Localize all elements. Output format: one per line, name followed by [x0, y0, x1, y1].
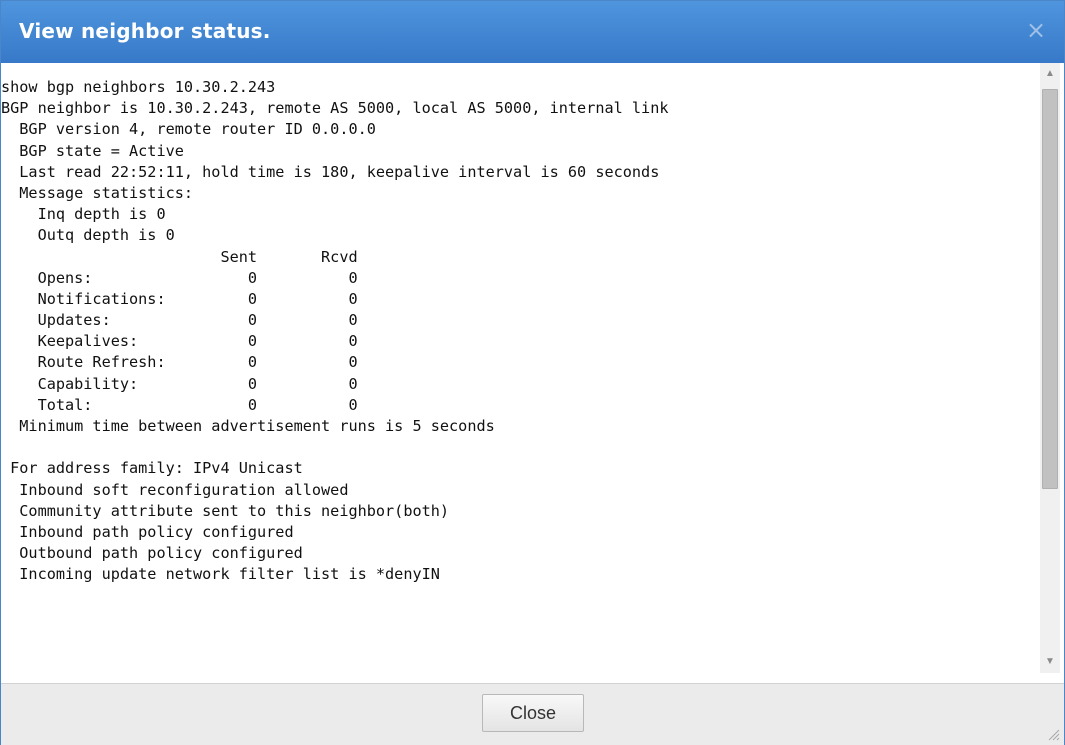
console-line: Updates: 0 0 [1, 311, 358, 330]
console-line: Opens: 0 0 [1, 268, 358, 287]
dialog-title: View neighbor status. [19, 19, 271, 43]
console-line: BGP state = Active [1, 141, 184, 160]
console-line: Message statistics: [1, 183, 194, 202]
console-line: Keepalives: 0 0 [1, 332, 358, 351]
console-line: Notifications: 0 0 [1, 289, 358, 308]
close-button[interactable]: Close [482, 694, 584, 732]
console-line: Incoming update network filter list is *… [1, 565, 440, 584]
console-line: Inq depth is 0 [1, 205, 166, 224]
scroll-down-arrow-icon[interactable]: ▼ [1040, 651, 1060, 673]
bgp-output-console: show bgp neighbors 10.30.2.243 BGP neighb… [1, 77, 1036, 677]
console-line: Total: 0 0 [1, 395, 358, 414]
dialog-titlebar[interactable]: View neighbor status. × [1, 1, 1064, 63]
console-line: Inbound soft reconfiguration allowed [1, 480, 349, 499]
console-line: Outq depth is 0 [1, 226, 175, 245]
vertical-scrollbar[interactable]: ▲ ▼ [1040, 63, 1060, 673]
console-line: Capability: 0 0 [1, 374, 358, 393]
console-line: Community attribute sent to this neighbo… [1, 501, 450, 520]
console-line: BGP neighbor is 10.30.2.243, remote AS 5… [1, 99, 669, 118]
console-line: For address family: IPv4 Unicast [1, 459, 303, 478]
scrollbar-thumb[interactable] [1042, 89, 1058, 489]
console-line: Outbound path policy configured [1, 544, 303, 563]
resize-grip-icon[interactable] [1046, 727, 1060, 741]
console-line: Sent Rcvd [1, 247, 358, 266]
console-line: BGP version 4, remote router ID 0.0.0.0 [1, 120, 376, 139]
neighbor-status-dialog: View neighbor status. × show bgp neighbo… [0, 0, 1065, 745]
console-line: Minimum time between advertisement runs … [1, 417, 495, 435]
console-line: Inbound path policy configured [1, 522, 294, 541]
close-icon[interactable]: × [1022, 15, 1050, 45]
console-line: show bgp neighbors 10.30.2.243 [1, 78, 276, 96]
console-line: Route Refresh: 0 0 [1, 353, 358, 372]
console-line: Last read 22:52:11, hold time is 180, ke… [1, 162, 660, 181]
scroll-up-arrow-icon[interactable]: ▲ [1040, 63, 1060, 85]
dialog-content: show bgp neighbors 10.30.2.243 BGP neighb… [1, 63, 1064, 683]
dialog-footer: Close [1, 683, 1064, 745]
